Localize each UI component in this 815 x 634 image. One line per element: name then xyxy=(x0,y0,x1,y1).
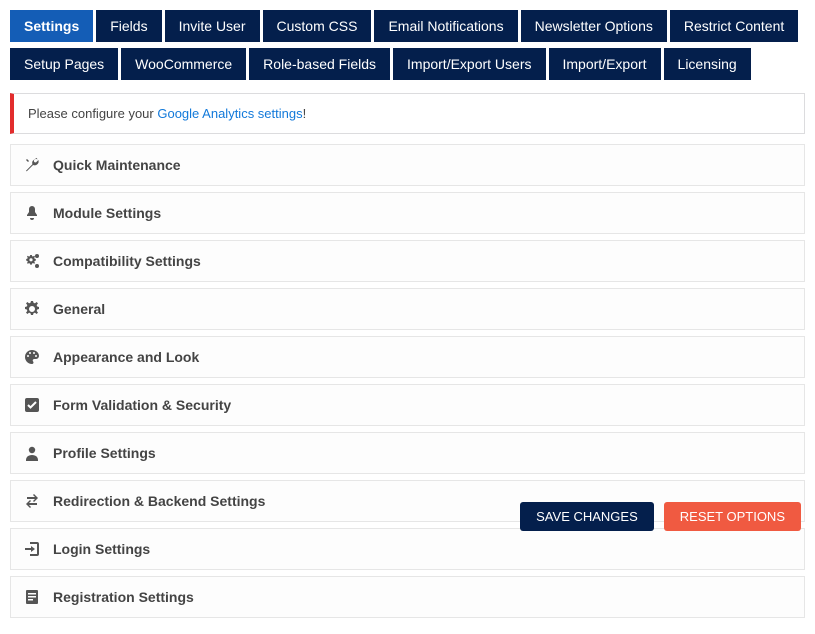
tab-invite-user[interactable]: Invite User xyxy=(165,10,260,42)
tab-restrict-content[interactable]: Restrict Content xyxy=(670,10,798,42)
section-appearance-and-look[interactable]: Appearance and Look xyxy=(10,336,805,378)
section-login-settings[interactable]: Login Settings xyxy=(10,528,805,570)
save-button[interactable]: SAVE CHANGES xyxy=(520,502,654,531)
section-label: Form Validation & Security xyxy=(53,397,231,413)
tab-email-notifications[interactable]: Email Notifications xyxy=(374,10,517,42)
tab-newsletter-options[interactable]: Newsletter Options xyxy=(521,10,667,42)
check-square-icon xyxy=(23,396,41,414)
config-notice: Please configure your Google Analytics s… xyxy=(10,93,805,134)
user-icon xyxy=(23,444,41,462)
section-quick-maintenance[interactable]: Quick Maintenance xyxy=(10,144,805,186)
tab-settings[interactable]: Settings xyxy=(10,10,93,42)
section-label: Registration Settings xyxy=(53,589,194,605)
section-label: Login Settings xyxy=(53,541,150,557)
section-label: General xyxy=(53,301,105,317)
section-general[interactable]: General xyxy=(10,288,805,330)
tab-role-based-fields[interactable]: Role-based Fields xyxy=(249,48,390,80)
reset-button[interactable]: RESET OPTIONS xyxy=(664,502,801,531)
gear-icon xyxy=(23,300,41,318)
section-profile-settings[interactable]: Profile Settings xyxy=(10,432,805,474)
section-form-validation-security[interactable]: Form Validation & Security xyxy=(10,384,805,426)
cogs-icon xyxy=(23,252,41,270)
login-icon xyxy=(23,540,41,558)
tab-licensing[interactable]: Licensing xyxy=(664,48,751,80)
tab-fields[interactable]: Fields xyxy=(96,10,161,42)
section-label: Compatibility Settings xyxy=(53,253,201,269)
section-label: Module Settings xyxy=(53,205,161,221)
tab-import-export[interactable]: Import/Export xyxy=(549,48,661,80)
footer-actions: SAVE CHANGES RESET OPTIONS xyxy=(520,502,801,531)
notice-prefix: Please configure your xyxy=(28,106,157,121)
section-compatibility-settings[interactable]: Compatibility Settings xyxy=(10,240,805,282)
section-module-settings[interactable]: Module Settings xyxy=(10,192,805,234)
bell-icon xyxy=(23,204,41,222)
form-icon xyxy=(23,588,41,606)
tab-custom-css[interactable]: Custom CSS xyxy=(263,10,372,42)
section-label: Redirection & Backend Settings xyxy=(53,493,265,509)
section-label: Profile Settings xyxy=(53,445,156,461)
tab-woocommerce[interactable]: WooCommerce xyxy=(121,48,246,80)
section-label: Quick Maintenance xyxy=(53,157,181,173)
redirect-icon xyxy=(23,492,41,510)
section-label: Appearance and Look xyxy=(53,349,199,365)
section-registration-settings[interactable]: Registration Settings xyxy=(10,576,805,618)
tab-import-export-users[interactable]: Import/Export Users xyxy=(393,48,545,80)
palette-icon xyxy=(23,348,41,366)
tab-bar: SettingsFieldsInvite UserCustom CSSEmail… xyxy=(0,0,815,83)
notice-suffix: ! xyxy=(303,106,307,121)
google-analytics-link[interactable]: Google Analytics settings xyxy=(157,106,302,121)
tab-setup-pages[interactable]: Setup Pages xyxy=(10,48,118,80)
wrench-icon xyxy=(23,156,41,174)
settings-sections: Quick Maintenance Module Settings Compatib… xyxy=(0,144,815,634)
